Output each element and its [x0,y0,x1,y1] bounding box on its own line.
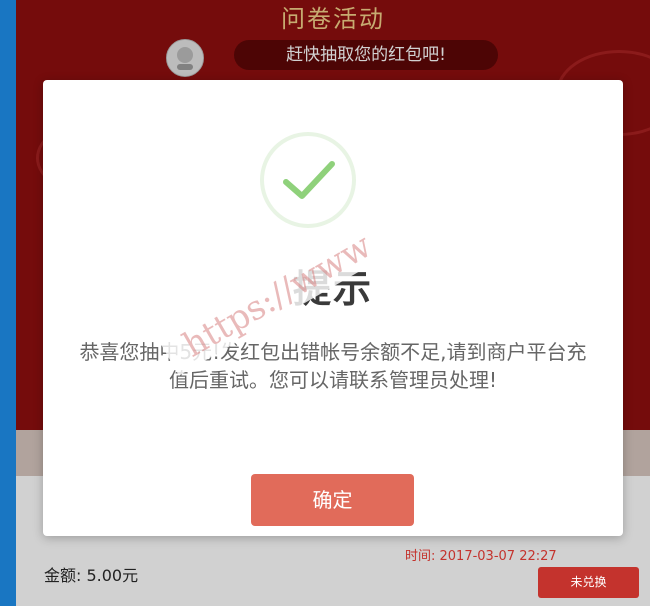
status-button[interactable]: 未兑换 [538,567,639,598]
page: 问卷活动 赶快抽取您的红包吧! 时间: 2017-03-07 22:27 金额:… [0,0,650,606]
left-strip [0,0,16,606]
record-time: 时间: 2017-03-07 22:27 [405,549,557,564]
dialog-title: 提示 [292,267,373,311]
record-amount: 金额: 5.00元 [44,566,139,585]
check-icon [258,130,358,230]
dialog-message: 恭喜您抽中5元!发红包出错帐号余额不足,请到商户平台充值后重试。您可以请联系管理… [79,340,587,392]
confirm-button[interactable]: 确定 [251,474,414,526]
